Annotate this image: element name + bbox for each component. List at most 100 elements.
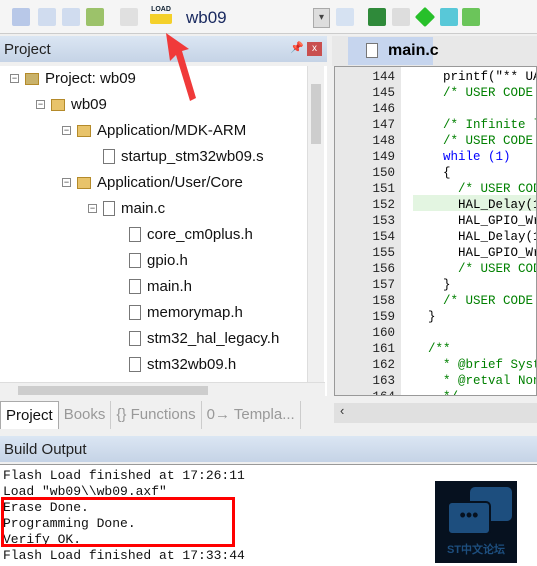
line-number: 148 — [372, 134, 395, 148]
tree-item[interactable]: − Application/User/Core — [62, 174, 243, 191]
code-line: while (1) — [428, 150, 511, 164]
line-number: 145 — [372, 86, 395, 100]
tree-item[interactable]: startup_stm32wb09.s — [88, 148, 264, 165]
run-environment-icon[interactable] — [414, 6, 436, 28]
code-line: /* Infinite lo — [428, 118, 537, 132]
editor-horizontal-scrollbar[interactable]: ‹ — [334, 403, 537, 423]
line-number: 160 — [372, 326, 395, 340]
project-icon — [25, 72, 39, 85]
file-icon — [129, 227, 141, 242]
filter-icon[interactable] — [440, 8, 458, 26]
red-arrow-annotation — [166, 33, 196, 101]
tree-item[interactable]: stm32_hal_legacy.h — [114, 330, 279, 347]
tree-item[interactable]: stm32wb09.h — [114, 356, 236, 373]
tab-project[interactable]: Project — [0, 401, 59, 429]
code-line: /* USER CODE — [428, 262, 537, 276]
code-line: HAL_Delay(10 — [428, 198, 537, 212]
collapse-icon[interactable]: − — [36, 100, 45, 109]
line-number: 144 — [372, 70, 395, 84]
line-number: 149 — [372, 150, 395, 164]
code-line: /* USER CODE E — [428, 86, 537, 100]
line-number: 151 — [372, 182, 395, 196]
vertical-scrollbar[interactable] — [307, 66, 324, 396]
tree-item[interactable]: − Project: wb09 — [10, 70, 136, 87]
code-line: /* USER CODE E — [428, 134, 537, 148]
project-panel-tabs: Project Books {} Functions 0→ Templa... — [0, 401, 327, 429]
code-line: /** — [428, 342, 451, 356]
tab-functions[interactable]: {} Functions — [111, 401, 202, 429]
code-line: /* USER CODE E — [428, 294, 537, 308]
line-number: 164 — [335, 390, 395, 395]
code-editor[interactable]: 144 printf("** UAR 145 /* USER CODE E 146 1… — [334, 66, 537, 396]
file-icon — [366, 43, 378, 58]
highlight-box — [1, 497, 235, 547]
code-line: HAL_Delay(10 — [428, 230, 537, 244]
build-icon[interactable] — [38, 8, 56, 26]
file-icon — [103, 149, 115, 164]
folder-icon — [77, 176, 91, 189]
line-number: 153 — [372, 214, 395, 228]
folder-icon — [77, 124, 91, 137]
file-icon — [129, 305, 141, 320]
collapse-icon[interactable]: − — [88, 204, 97, 213]
code-line: HAL_GPIO_Wri — [428, 246, 537, 260]
file-icon — [129, 279, 141, 294]
tree-item[interactable]: core_cm0plus.h — [114, 226, 253, 243]
line-number: 161 — [372, 342, 395, 356]
batch-build-icon[interactable] — [86, 8, 104, 26]
rebuild-icon[interactable] — [62, 8, 80, 26]
load-button[interactable]: LOAD — [150, 6, 172, 24]
line-number: 150 — [372, 166, 395, 180]
code-line: /* USER CODE — [428, 182, 537, 196]
line-number: 163 — [372, 374, 395, 388]
pin-icon[interactable]: 📌 — [290, 41, 304, 54]
folder-icon — [51, 98, 65, 111]
tree-item[interactable]: gpio.h — [114, 252, 188, 269]
line-number: 147 — [372, 118, 395, 132]
line-number: 157 — [372, 278, 395, 292]
code-line: } — [428, 278, 451, 292]
line-number: 158 — [372, 294, 395, 308]
file-icon — [129, 331, 141, 346]
collapse-icon[interactable]: − — [62, 178, 71, 187]
line-number: 162 — [372, 358, 395, 372]
stop-build-icon[interactable] — [120, 8, 138, 26]
file-icon — [103, 201, 115, 216]
line-number: 156 — [372, 262, 395, 276]
tab-books[interactable]: Books — [59, 401, 112, 429]
pack-installer-icon[interactable] — [392, 8, 410, 26]
pack-icon[interactable] — [462, 8, 480, 26]
target-select[interactable]: wb09 — [180, 7, 330, 29]
code-line: */ — [428, 390, 458, 395]
output-line: Flash Load finished at 17:33:44 — [3, 548, 245, 563]
code-line: * @brief Syste — [428, 358, 537, 372]
tab-main-c[interactable]: main.c — [348, 37, 439, 65]
tree-item[interactable]: − main.c — [88, 200, 165, 217]
code-line: } — [428, 310, 436, 324]
output-line: Flash Load finished at 17:26:11 — [3, 468, 245, 483]
translate-icon[interactable] — [12, 8, 30, 26]
collapse-icon[interactable]: − — [62, 126, 71, 135]
target-options-icon[interactable] — [336, 8, 354, 26]
project-tree: − Project: wb09 − wb09 − Application/MDK-ARM s… — [0, 66, 327, 396]
toolbar: LOAD wb09 ▾ — [0, 0, 537, 34]
horizontal-scrollbar[interactable] — [0, 382, 325, 398]
close-icon[interactable]: x — [307, 42, 322, 56]
watermark-logo: ••• ST中文论坛 — [435, 481, 517, 563]
tree-item[interactable]: memorymap.h — [114, 304, 243, 321]
file-icon — [129, 253, 141, 268]
tree-item[interactable]: main.h — [114, 278, 192, 295]
line-number: 152 — [372, 198, 395, 212]
tab-templates[interactable]: 0→ Templa... — [202, 401, 301, 429]
build-output-header: Build Output — [0, 436, 537, 462]
line-number: 159 — [372, 310, 395, 324]
chevron-down-icon[interactable]: ▾ — [313, 8, 330, 28]
line-number: 154 — [372, 230, 395, 244]
tree-item[interactable]: − Application/MDK-ARM — [62, 122, 246, 139]
manage-components-icon[interactable] — [368, 8, 386, 26]
code-line: * @retval None — [428, 374, 537, 388]
tree-item[interactable]: − wb09 — [36, 96, 107, 113]
collapse-icon[interactable]: − — [10, 74, 19, 83]
code-line: { — [428, 166, 451, 180]
line-number: 146 — [372, 102, 395, 116]
